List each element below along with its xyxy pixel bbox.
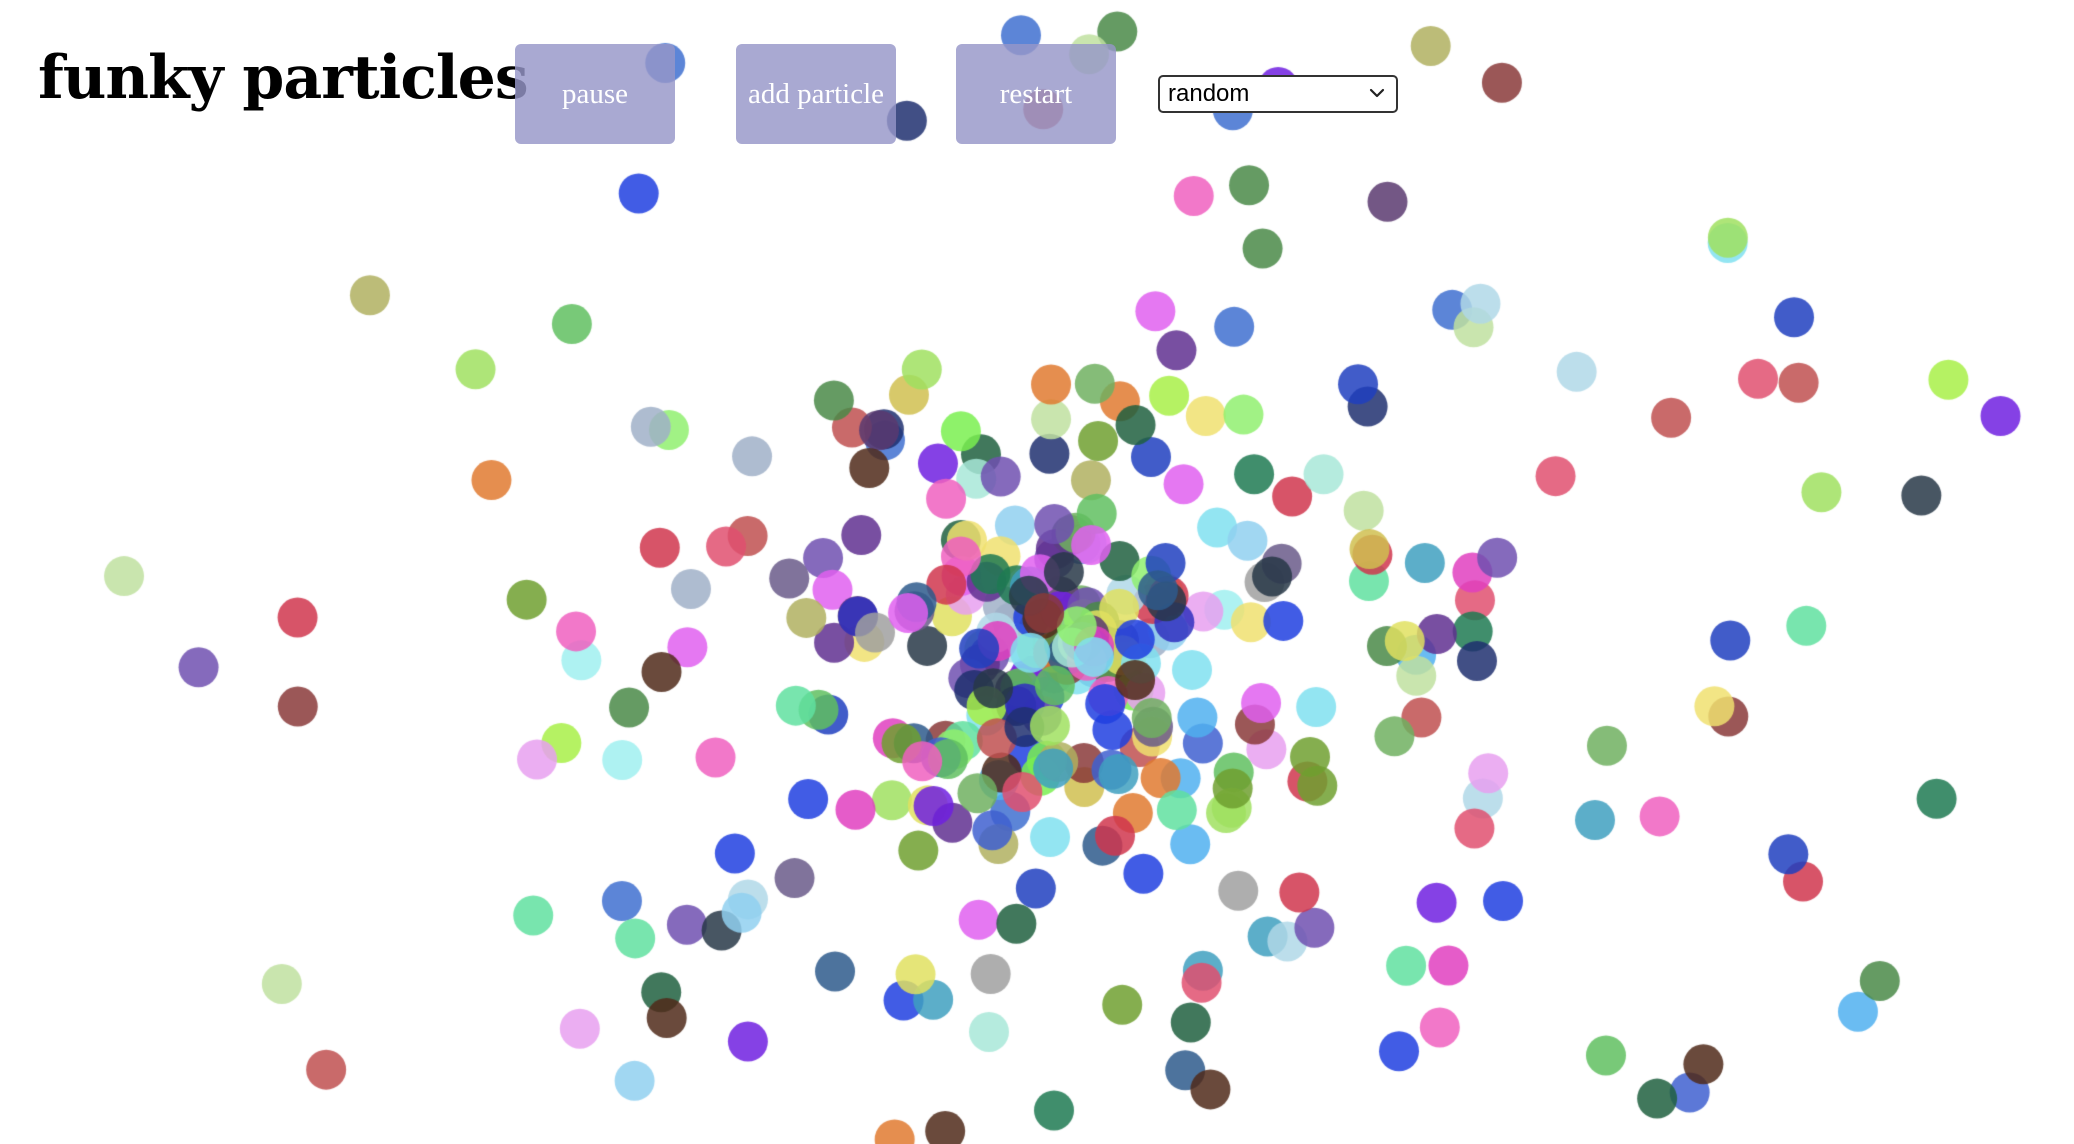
chevron-down-icon [1369, 88, 1385, 98]
pause-button[interactable]: pause [515, 44, 675, 144]
mode-select-value: random [1168, 80, 1250, 107]
restart-button[interactable]: restart [956, 44, 1116, 144]
mode-select[interactable]: random [1158, 75, 1398, 113]
add-particle-button[interactable]: add particle [736, 44, 896, 144]
particle-canvas[interactable] [0, 0, 2074, 1144]
